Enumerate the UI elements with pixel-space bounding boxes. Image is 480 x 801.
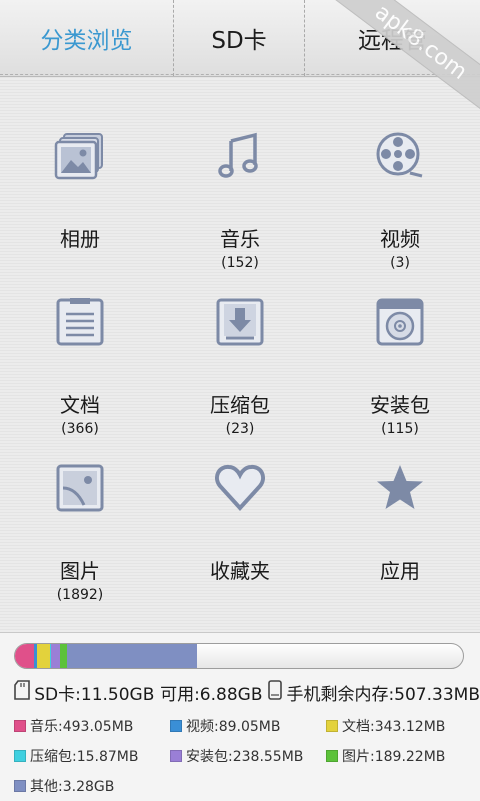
legend-label: 压缩包:15.87MB <box>30 749 139 765</box>
photo-album-icon <box>50 126 110 186</box>
music-note-icon <box>210 126 270 186</box>
archive-download-icon <box>210 292 270 352</box>
category-apps[interactable]: 应用 <box>320 442 480 608</box>
category-picture[interactable]: 图片 (1892) <box>0 442 160 608</box>
category-count: (1892) <box>56 587 104 603</box>
category-archive[interactable]: 压缩包 (23) <box>160 276 320 442</box>
legend-swatch <box>170 720 182 732</box>
legend-label: 其他:3.28GB <box>30 779 115 795</box>
category-count: (115) <box>381 421 419 437</box>
storage-panel: SD卡:11.50GB 可用:6.88GB 手机剩余内存:507.33MB 音乐… <box>0 632 480 801</box>
category-label: 图片 <box>60 559 100 583</box>
storage-usage-bar <box>14 643 464 669</box>
legend-label: 视频:89.05MB <box>186 719 281 735</box>
category-count: (23) <box>225 421 255 437</box>
legend-label: 安装包:238.55MB <box>186 749 304 765</box>
legend-item: 图片:189.22MB <box>326 741 480 771</box>
category-label: 相册 <box>60 227 100 251</box>
sd-card-icon <box>14 679 30 705</box>
usage-segment <box>51 644 61 668</box>
storage-legend: 音乐:493.05MB 视频:89.05MB 文档:343.12MB 压缩包:15.8… <box>14 711 480 801</box>
legend-swatch <box>170 750 182 762</box>
category-install-package[interactable]: 安装包 (115) <box>320 276 480 442</box>
category-favorites[interactable]: 收藏夹 <box>160 442 320 608</box>
tab-divider <box>0 74 480 75</box>
legend-swatch <box>14 780 26 792</box>
storage-summary: SD卡:11.50GB 可用:6.88GB 手机剩余内存:507.33MB <box>14 679 480 705</box>
phone-free-memory: 手机剩余内存:507.33MB <box>286 684 480 705</box>
usage-segment <box>15 644 34 668</box>
legend-item: 其他:3.28GB <box>14 771 170 801</box>
legend-swatch <box>326 720 338 732</box>
category-count: (366) <box>61 421 99 437</box>
legend-item: 音乐:493.05MB <box>14 711 170 741</box>
star-icon <box>370 458 430 518</box>
category-grid: 相册 音乐 (152) 视频 (3) 文档 (366) 压缩包 (23) 安装包… <box>0 110 480 608</box>
category-label: 应用 <box>380 559 420 583</box>
legend-swatch <box>326 750 338 762</box>
legend-label: 文档:343.12MB <box>342 719 446 735</box>
document-icon <box>50 292 110 352</box>
tab-sd-card[interactable]: SD卡 <box>173 0 305 76</box>
legend-label: 音乐:493.05MB <box>30 719 134 735</box>
picture-icon <box>50 458 110 518</box>
sd-card-available: 可用:6.88GB <box>160 684 263 705</box>
tab-category-browse[interactable]: 分类浏览 <box>0 0 173 76</box>
film-reel-icon <box>370 126 430 186</box>
category-label: 视频 <box>380 227 420 251</box>
category-count: (152) <box>221 255 259 271</box>
sd-card-total: SD卡:11.50GB <box>34 684 155 705</box>
category-label: 安装包 <box>370 393 430 417</box>
category-video[interactable]: 视频 (3) <box>320 110 480 276</box>
category-label: 音乐 <box>220 227 260 251</box>
category-photo-album[interactable]: 相册 <box>0 110 160 276</box>
legend-item: 压缩包:15.87MB <box>14 741 170 771</box>
category-label: 文档 <box>60 393 100 417</box>
category-label: 收藏夹 <box>210 559 270 583</box>
category-count: (3) <box>390 255 410 271</box>
legend-item: 文档:343.12MB <box>326 711 480 741</box>
heart-icon <box>210 458 270 518</box>
package-disc-icon <box>370 292 430 352</box>
legend-item: 安装包:238.55MB <box>170 741 326 771</box>
usage-segment <box>60 644 68 668</box>
legend-swatch <box>14 750 26 762</box>
legend-item: 视频:89.05MB <box>170 711 326 741</box>
legend-label: 图片:189.22MB <box>342 749 446 765</box>
category-document[interactable]: 文档 (366) <box>0 276 160 442</box>
phone-icon <box>268 679 282 705</box>
category-music[interactable]: 音乐 (152) <box>160 110 320 276</box>
usage-segment <box>37 644 51 668</box>
legend-swatch <box>14 720 26 732</box>
usage-segment <box>67 644 198 668</box>
category-label: 压缩包 <box>210 393 270 417</box>
